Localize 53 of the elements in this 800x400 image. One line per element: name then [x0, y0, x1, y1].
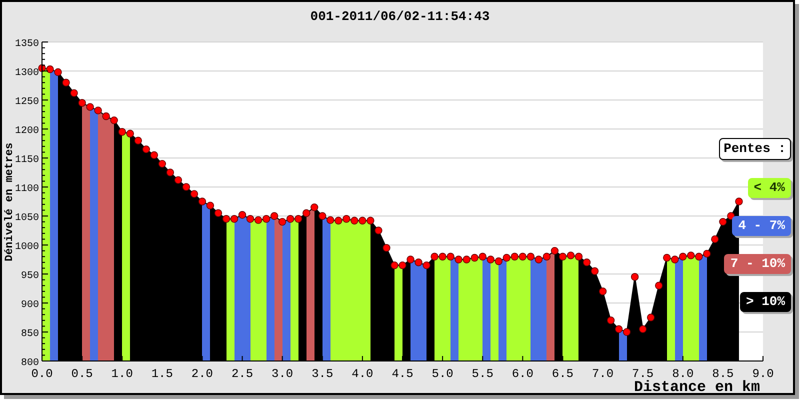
y-tick-label: 1150	[14, 155, 39, 166]
data-point	[647, 314, 655, 322]
x-tick-label: 0.5	[71, 367, 93, 381]
x-tick-label: 3.5	[312, 367, 334, 381]
y-tick-label: 1250	[14, 97, 39, 108]
x-tick-label: 2.0	[191, 367, 214, 381]
x-tick-label: 8.0	[672, 367, 694, 381]
x-axis-title: Distance en km	[634, 379, 760, 393]
y-tick-label: 1100	[14, 184, 39, 195]
x-tick-label: 5.5	[472, 367, 494, 381]
x-tick-label: 1.5	[151, 367, 173, 381]
chart-title: 001-2011/06/02-11:54:43	[310, 9, 490, 24]
y-axis-title: Dénivelé en metres	[4, 142, 16, 262]
data-point	[70, 89, 78, 97]
legend-item: 7 - 10%	[724, 254, 791, 274]
y-tick-label: 1000	[14, 242, 39, 253]
data-point	[550, 246, 559, 255]
x-tick-label: 6.0	[512, 367, 534, 381]
data-point	[630, 273, 639, 281]
y-tick-label: 1300	[14, 68, 39, 79]
y-tick-label: 850	[20, 329, 39, 340]
y-tick-label: 1350	[14, 39, 39, 50]
legend-item: > 10%	[740, 292, 791, 312]
data-point	[598, 288, 607, 296]
x-tick-label: 1.0	[111, 367, 133, 381]
x-tick-label: 2.5	[231, 367, 254, 381]
x-tick-label: 6.5	[552, 367, 574, 381]
y-tick-label: 1050	[14, 213, 39, 224]
x-tick-label: 4.5	[392, 367, 414, 381]
legend-item: 4 - 7%	[732, 216, 791, 236]
data-point	[735, 198, 743, 206]
data-point	[62, 78, 70, 86]
x-tick-label: 4.0	[352, 367, 374, 381]
x-tick-label: 0.0	[31, 367, 53, 381]
x-tick-label: 9.0	[752, 367, 774, 381]
x-tick-label: 8.5	[712, 367, 734, 381]
legend-item: < 4%	[748, 178, 791, 198]
legend-title: Pentes :	[718, 138, 791, 160]
y-tick-label: 1200	[14, 126, 39, 137]
y-tick-label: 800	[20, 358, 39, 369]
x-tick-label: 5.0	[432, 367, 454, 381]
data-point	[655, 282, 663, 290]
data-point	[638, 325, 647, 333]
data-point	[278, 218, 286, 226]
y-tick-label: 950	[20, 271, 39, 282]
data-point	[382, 244, 390, 252]
data-point	[374, 226, 382, 234]
x-tick-label: 7.5	[632, 367, 654, 381]
x-tick-label: 7.0	[592, 367, 614, 381]
data-point	[711, 235, 719, 244]
data-point	[158, 160, 166, 168]
x-tick-label: 3.0	[272, 367, 294, 381]
y-tick-label: 900	[20, 300, 39, 311]
